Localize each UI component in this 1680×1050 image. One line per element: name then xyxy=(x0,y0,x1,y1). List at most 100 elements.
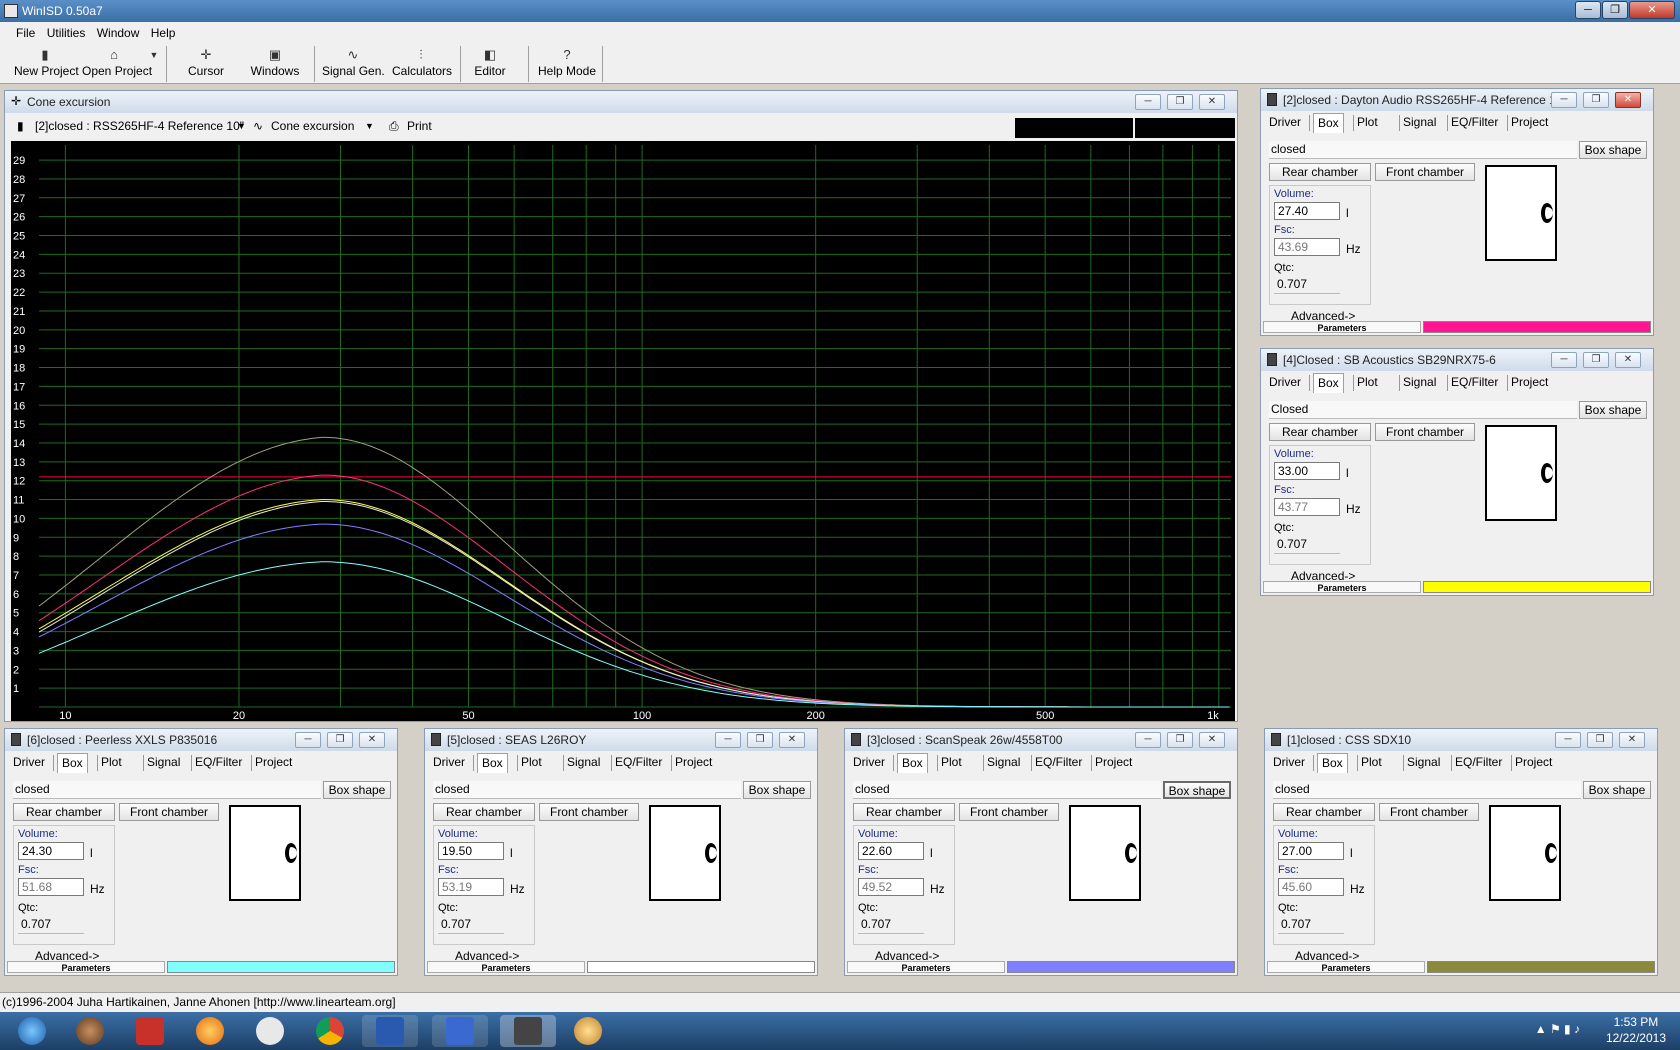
tab-driver[interactable]: Driver xyxy=(1269,375,1301,389)
restore-button[interactable]: ❐ xyxy=(1602,1,1628,19)
tab-signal[interactable]: Signal xyxy=(1403,115,1436,129)
tab-box[interactable]: Box xyxy=(1317,753,1348,773)
box-shape-button[interactable]: Box shape xyxy=(743,781,811,799)
box-shape-button[interactable]: Box shape xyxy=(1579,401,1647,419)
rear-chamber-button[interactable]: Rear chamber xyxy=(433,803,535,821)
close-button[interactable]: ✕ xyxy=(1619,732,1645,748)
box-window-titlebar[interactable]: [5]closed : SEAS L26ROY ─ ❐ ✕ xyxy=(425,729,817,751)
app-1-icon[interactable] xyxy=(62,1015,118,1047)
restore-button[interactable]: ❐ xyxy=(1583,352,1609,368)
restore-button[interactable]: ❐ xyxy=(747,732,773,748)
tab-signal[interactable]: Signal xyxy=(987,755,1020,769)
print-button[interactable]: Print xyxy=(407,119,432,133)
editor-button[interactable]: ◧ Editor xyxy=(470,46,510,82)
windows-button[interactable]: ▣ Windows xyxy=(250,46,300,82)
tab-signal[interactable]: Signal xyxy=(1403,375,1436,389)
restore-button[interactable]: ❐ xyxy=(1167,94,1193,110)
signal-gen-button[interactable]: ∿ Signal Gen. xyxy=(322,46,385,82)
box-shape-button[interactable]: Box shape xyxy=(1163,781,1231,799)
tab-project[interactable]: Project xyxy=(675,755,712,769)
front-chamber-button[interactable]: Front chamber xyxy=(119,803,219,821)
menu-file[interactable]: File xyxy=(12,22,39,40)
open-project-button[interactable]: ⌂ Open Project xyxy=(82,46,152,82)
tab-box[interactable]: Box xyxy=(477,753,508,773)
rear-chamber-button[interactable]: Rear chamber xyxy=(1269,163,1371,181)
menu-window[interactable]: Window xyxy=(93,22,144,40)
save-app-icon[interactable] xyxy=(362,1015,418,1047)
winisd-icon[interactable] xyxy=(500,1015,556,1047)
tab-eq-filter[interactable]: EQ/Filter xyxy=(1035,755,1082,769)
restore-button[interactable]: ❐ xyxy=(1583,92,1609,108)
volume-input[interactable]: 22.60 xyxy=(858,842,924,860)
tab-plot[interactable]: Plot xyxy=(101,755,122,769)
calculators-button[interactable]: ⫶ Calculators xyxy=(392,46,452,82)
app-orange-icon[interactable] xyxy=(182,1015,238,1047)
open-project-dropdown[interactable]: ▼ xyxy=(148,46,160,82)
box-window-titlebar[interactable]: [4]Closed : SB Acoustics SB29NRX75-6 ─ ❐… xyxy=(1261,349,1653,371)
cursor-button[interactable]: ✛ Cursor xyxy=(182,46,230,82)
new-project-button[interactable]: ▮ New Project xyxy=(14,46,79,82)
tab-driver[interactable]: Driver xyxy=(1269,115,1301,129)
box-window-titlebar[interactable]: [3]closed : ScanSpeak 26w/4558T00 ─ ❐ ✕ xyxy=(845,729,1237,751)
box-shape-button[interactable]: Box shape xyxy=(1583,781,1651,799)
box-name-field[interactable]: closed xyxy=(1273,781,1581,799)
tab-box[interactable]: Box xyxy=(57,753,88,773)
curve-color-swatch[interactable] xyxy=(1423,581,1651,593)
tab-box[interactable]: Box xyxy=(897,753,928,773)
tab-driver[interactable]: Driver xyxy=(13,755,45,769)
front-chamber-button[interactable]: Front chamber xyxy=(1379,803,1479,821)
box-window-titlebar[interactable]: [2]closed : Dayton Audio RSS265HF-4 Refe… xyxy=(1261,89,1653,111)
help-mode-button[interactable]: ? Help Mode xyxy=(538,46,596,82)
app-fox-icon[interactable] xyxy=(242,1015,298,1047)
tab-plot[interactable]: Plot xyxy=(521,755,542,769)
clock[interactable]: 1:53 PM 12/22/2013 xyxy=(1606,1014,1666,1046)
minimize-button[interactable]: ─ xyxy=(1135,94,1161,110)
menu-help[interactable]: Help xyxy=(147,22,180,40)
tab-driver[interactable]: Driver xyxy=(433,755,465,769)
minimize-button[interactable]: ─ xyxy=(715,732,741,748)
tab-plot[interactable]: Plot xyxy=(1361,755,1382,769)
tab-driver[interactable]: Driver xyxy=(1273,755,1305,769)
tab-plot[interactable]: Plot xyxy=(941,755,962,769)
menu-utilities[interactable]: Utilities xyxy=(43,22,90,40)
tab-eq-filter[interactable]: EQ/Filter xyxy=(1451,115,1498,129)
tab-project[interactable]: Project xyxy=(1515,755,1552,769)
restore-button[interactable]: ❐ xyxy=(327,732,353,748)
app-64-icon[interactable] xyxy=(122,1015,178,1047)
minimize-button[interactable]: ─ xyxy=(1555,732,1581,748)
graph-type-dropdown-arrow-icon[interactable]: ▼ xyxy=(365,121,374,131)
chrome-icon[interactable] xyxy=(302,1015,358,1047)
tab-box[interactable]: Box xyxy=(1313,113,1344,133)
close-button[interactable]: ✕ xyxy=(1615,92,1641,108)
box-name-field[interactable]: Closed xyxy=(1269,401,1577,419)
curve-color-swatch[interactable] xyxy=(1007,961,1235,973)
restore-button[interactable]: ❐ xyxy=(1167,732,1193,748)
curve-color-swatch[interactable] xyxy=(1427,961,1655,973)
minimize-button[interactable]: ─ xyxy=(1551,352,1577,368)
close-button[interactable]: ✕ xyxy=(1615,352,1641,368)
tab-eq-filter[interactable]: EQ/Filter xyxy=(615,755,662,769)
volume-input[interactable]: 27.40 xyxy=(1274,202,1340,220)
box-shape-button[interactable]: Box shape xyxy=(1579,141,1647,159)
close-button[interactable]: ✕ xyxy=(1629,1,1675,19)
graph-type-select[interactable]: Cone excursion xyxy=(271,119,354,133)
paint-icon[interactable] xyxy=(560,1015,616,1047)
tab-project[interactable]: Project xyxy=(255,755,292,769)
volume-input[interactable]: 19.50 xyxy=(438,842,504,860)
tab-plot[interactable]: Plot xyxy=(1357,375,1378,389)
front-chamber-button[interactable]: Front chamber xyxy=(1375,163,1475,181)
tab-project[interactable]: Project xyxy=(1095,755,1132,769)
minimize-button[interactable]: ─ xyxy=(1575,1,1601,19)
graph-window-titlebar[interactable]: Cone excursion ✛ ─ ❐ ✕ xyxy=(5,91,1237,113)
rear-chamber-button[interactable]: Rear chamber xyxy=(13,803,115,821)
system-tray[interactable]: ▲ ⚑ ▮ ♪ xyxy=(1535,1022,1580,1036)
front-chamber-button[interactable]: Front chamber xyxy=(539,803,639,821)
close-button[interactable]: ✕ xyxy=(359,732,385,748)
tab-signal[interactable]: Signal xyxy=(1407,755,1440,769)
close-button[interactable]: ✕ xyxy=(1199,94,1225,110)
tab-driver[interactable]: Driver xyxy=(853,755,885,769)
project-dropdown-arrow-icon[interactable]: ▼ xyxy=(237,121,246,131)
volume-input[interactable]: 27.00 xyxy=(1278,842,1344,860)
tab-plot[interactable]: Plot xyxy=(1357,115,1378,129)
box-name-field[interactable]: closed xyxy=(13,781,321,799)
